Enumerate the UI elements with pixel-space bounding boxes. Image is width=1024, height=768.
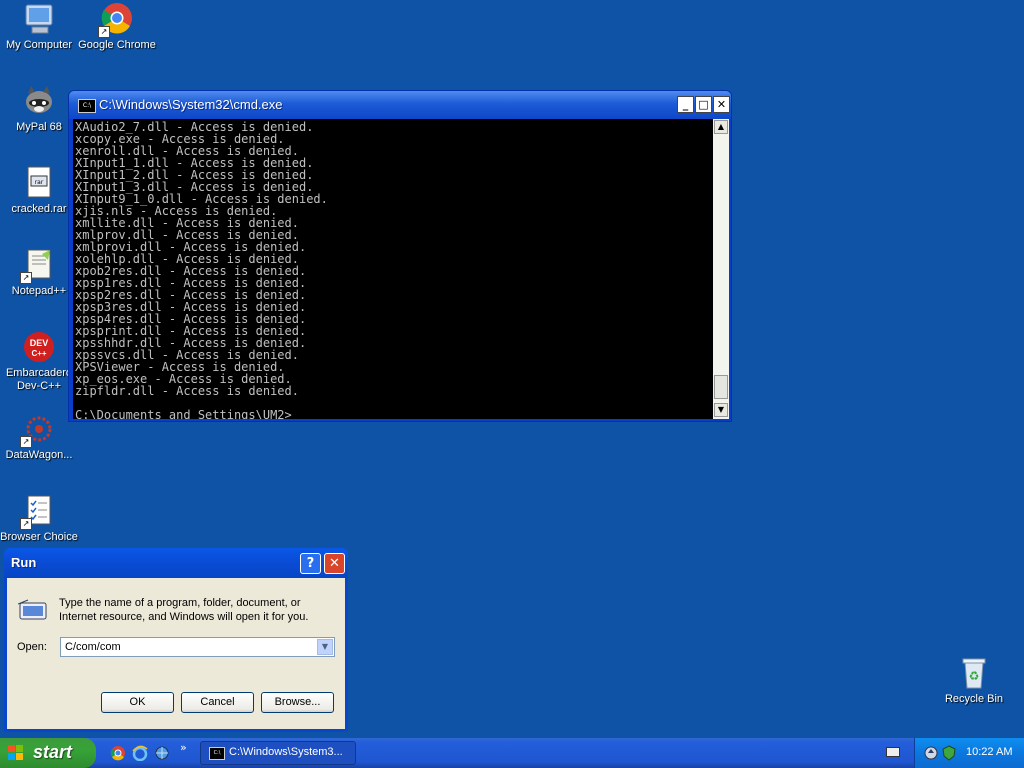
cancel-button[interactable]: Cancel xyxy=(181,692,254,713)
console-output-area[interactable]: XAudio2_7.dll - Access is denied. xcopy.… xyxy=(73,119,713,419)
run-titlebar[interactable]: Run ? ✕ xyxy=(4,548,348,578)
scrollbar-thumb[interactable] xyxy=(714,375,728,399)
my-computer-icon xyxy=(22,2,56,36)
run-dialog-body: Type the name of a program, folder, docu… xyxy=(7,578,345,729)
vertical-scrollbar[interactable]: ▲ ▼ xyxy=(713,119,729,419)
checklist-icon: ↗ xyxy=(20,494,56,530)
console-text: XAudio2_7.dll - Access is denied. xcopy.… xyxy=(75,120,328,419)
mypal-raccoon-icon xyxy=(22,84,56,118)
run-dialog-title: Run xyxy=(11,555,37,570)
run-description: Type the name of a program, folder, docu… xyxy=(59,597,309,623)
ok-button[interactable]: OK xyxy=(101,692,174,713)
clock[interactable]: 10:22 AM xyxy=(966,746,1012,758)
desktop-icon-label: Google Chrome xyxy=(78,39,156,51)
run-dialog[interactable]: Run ? ✕ Type the name of a program, fold… xyxy=(4,548,348,732)
network-tray-icon[interactable] xyxy=(923,745,939,761)
maximize-button[interactable]: □ xyxy=(695,96,712,113)
svg-text:C++: C++ xyxy=(31,349,46,358)
scroll-down-arrow-icon[interactable]: ▼ xyxy=(714,403,728,417)
chrome-icon: ↗ xyxy=(98,2,134,38)
quicklaunch-chrome-icon[interactable] xyxy=(110,745,126,761)
shortcut-arrow-icon: ↗ xyxy=(20,436,32,448)
console-icon: C:\ xyxy=(78,99,96,113)
cmd-window-title: C:\Windows\System32\cmd.exe xyxy=(99,97,283,112)
close-button[interactable]: ✕ xyxy=(324,553,345,574)
close-button[interactable]: ✕ xyxy=(713,96,730,113)
notepad-plus-plus-icon: ↗ xyxy=(20,248,56,284)
shortcut-arrow-icon: ↗ xyxy=(20,518,32,530)
quicklaunch-more-icon[interactable]: » xyxy=(180,741,196,757)
open-label: Open: xyxy=(17,641,47,653)
desktop-icon-my-computer[interactable]: My Computer xyxy=(0,2,79,52)
system-tray: 10:22 AM xyxy=(914,738,1024,768)
desktop-icon-label: Browser Choice xyxy=(0,531,78,543)
desktop-icon-browser-choice[interactable]: ↗ Browser Choice xyxy=(0,494,79,544)
archive-file-icon: rar xyxy=(22,166,56,200)
minimize-button[interactable]: _ xyxy=(677,96,694,113)
svg-text:DEV: DEV xyxy=(30,338,49,348)
open-input[interactable]: C/com/com xyxy=(65,641,121,653)
taskbar: start » C:\ C:\Windows\System3... 10:22 … xyxy=(0,738,1024,768)
dev-cpp-icon: DEV C++ xyxy=(22,330,56,364)
desktop-icon-recycle-bin[interactable]: ♻ Recycle Bin xyxy=(934,656,1014,706)
start-label: start xyxy=(33,742,73,762)
shortcut-arrow-icon: ↗ xyxy=(20,272,32,284)
shortcut-arrow-icon: ↗ xyxy=(98,26,110,38)
quicklaunch-globe-icon[interactable] xyxy=(154,745,170,761)
scroll-up-arrow-icon[interactable]: ▲ xyxy=(714,120,728,134)
windows-flag-icon xyxy=(8,745,24,761)
security-shield-tray-icon[interactable] xyxy=(941,745,957,761)
desktop-icon-label: Recycle Bin xyxy=(944,693,1004,705)
desktop-icon-label: DataWagon... xyxy=(5,449,73,461)
open-combobox[interactable]: C/com/com ▼ xyxy=(60,637,335,657)
console-icon: C:\ xyxy=(209,747,225,760)
quicklaunch-internet-explorer-icon[interactable] xyxy=(132,745,148,762)
desktop-icon-label: My Computer xyxy=(5,39,73,51)
help-button[interactable]: ? xyxy=(300,553,321,574)
dropdown-arrow-icon[interactable]: ▼ xyxy=(317,639,333,655)
svg-text:♻: ♻ xyxy=(969,669,980,683)
svg-text:rar: rar xyxy=(35,179,44,186)
recycle-bin-icon: ♻ xyxy=(957,656,991,690)
taskbar-item-cmd[interactable]: C:\ C:\Windows\System3... xyxy=(200,741,356,765)
keyboard-layout-icon[interactable] xyxy=(886,747,900,757)
cmd-window[interactable]: C:\ C:\Windows\System32\cmd.exe _ □ ✕ XA… xyxy=(68,90,732,422)
cmd-titlebar[interactable]: C:\ C:\Windows\System32\cmd.exe _ □ ✕ xyxy=(69,91,731,119)
browse-button[interactable]: Browse... xyxy=(261,692,334,713)
desktop-icon-google-chrome[interactable]: ↗ Google Chrome xyxy=(77,2,157,52)
datawagon-icon: ↗ xyxy=(20,412,56,448)
taskbar-item-label: C:\Windows\System3... xyxy=(229,746,343,758)
run-program-icon xyxy=(17,598,48,622)
start-button[interactable]: start xyxy=(0,738,96,768)
